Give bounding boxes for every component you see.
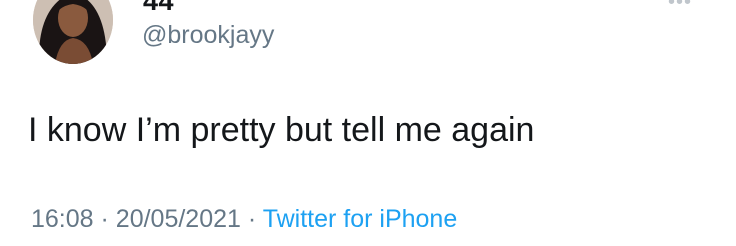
avatar-photo [33, 0, 113, 64]
meta-separator: · [100, 205, 109, 233]
tweet-time[interactable]: 16:08 [31, 205, 94, 233]
tweet-source-link[interactable]: Twitter for iPhone [263, 205, 458, 233]
display-name[interactable]: 44 [143, 0, 174, 17]
avatar[interactable] [33, 0, 113, 64]
tweet-card: 44 @brookjayy ••• I know I’m pretty but … [0, 0, 736, 246]
user-handle[interactable]: @brookjayy [142, 21, 274, 50]
more-options-icon[interactable]: ••• [668, 0, 692, 12]
meta-separator: · [247, 205, 257, 233]
tweet-text: I know I’m pretty but tell me again [28, 111, 535, 149]
tweet-date[interactable]: 20/05/2021 [116, 205, 241, 233]
tweet-meta: 16:08 · 20/05/2021 · Twitter for iPhone [31, 205, 457, 234]
